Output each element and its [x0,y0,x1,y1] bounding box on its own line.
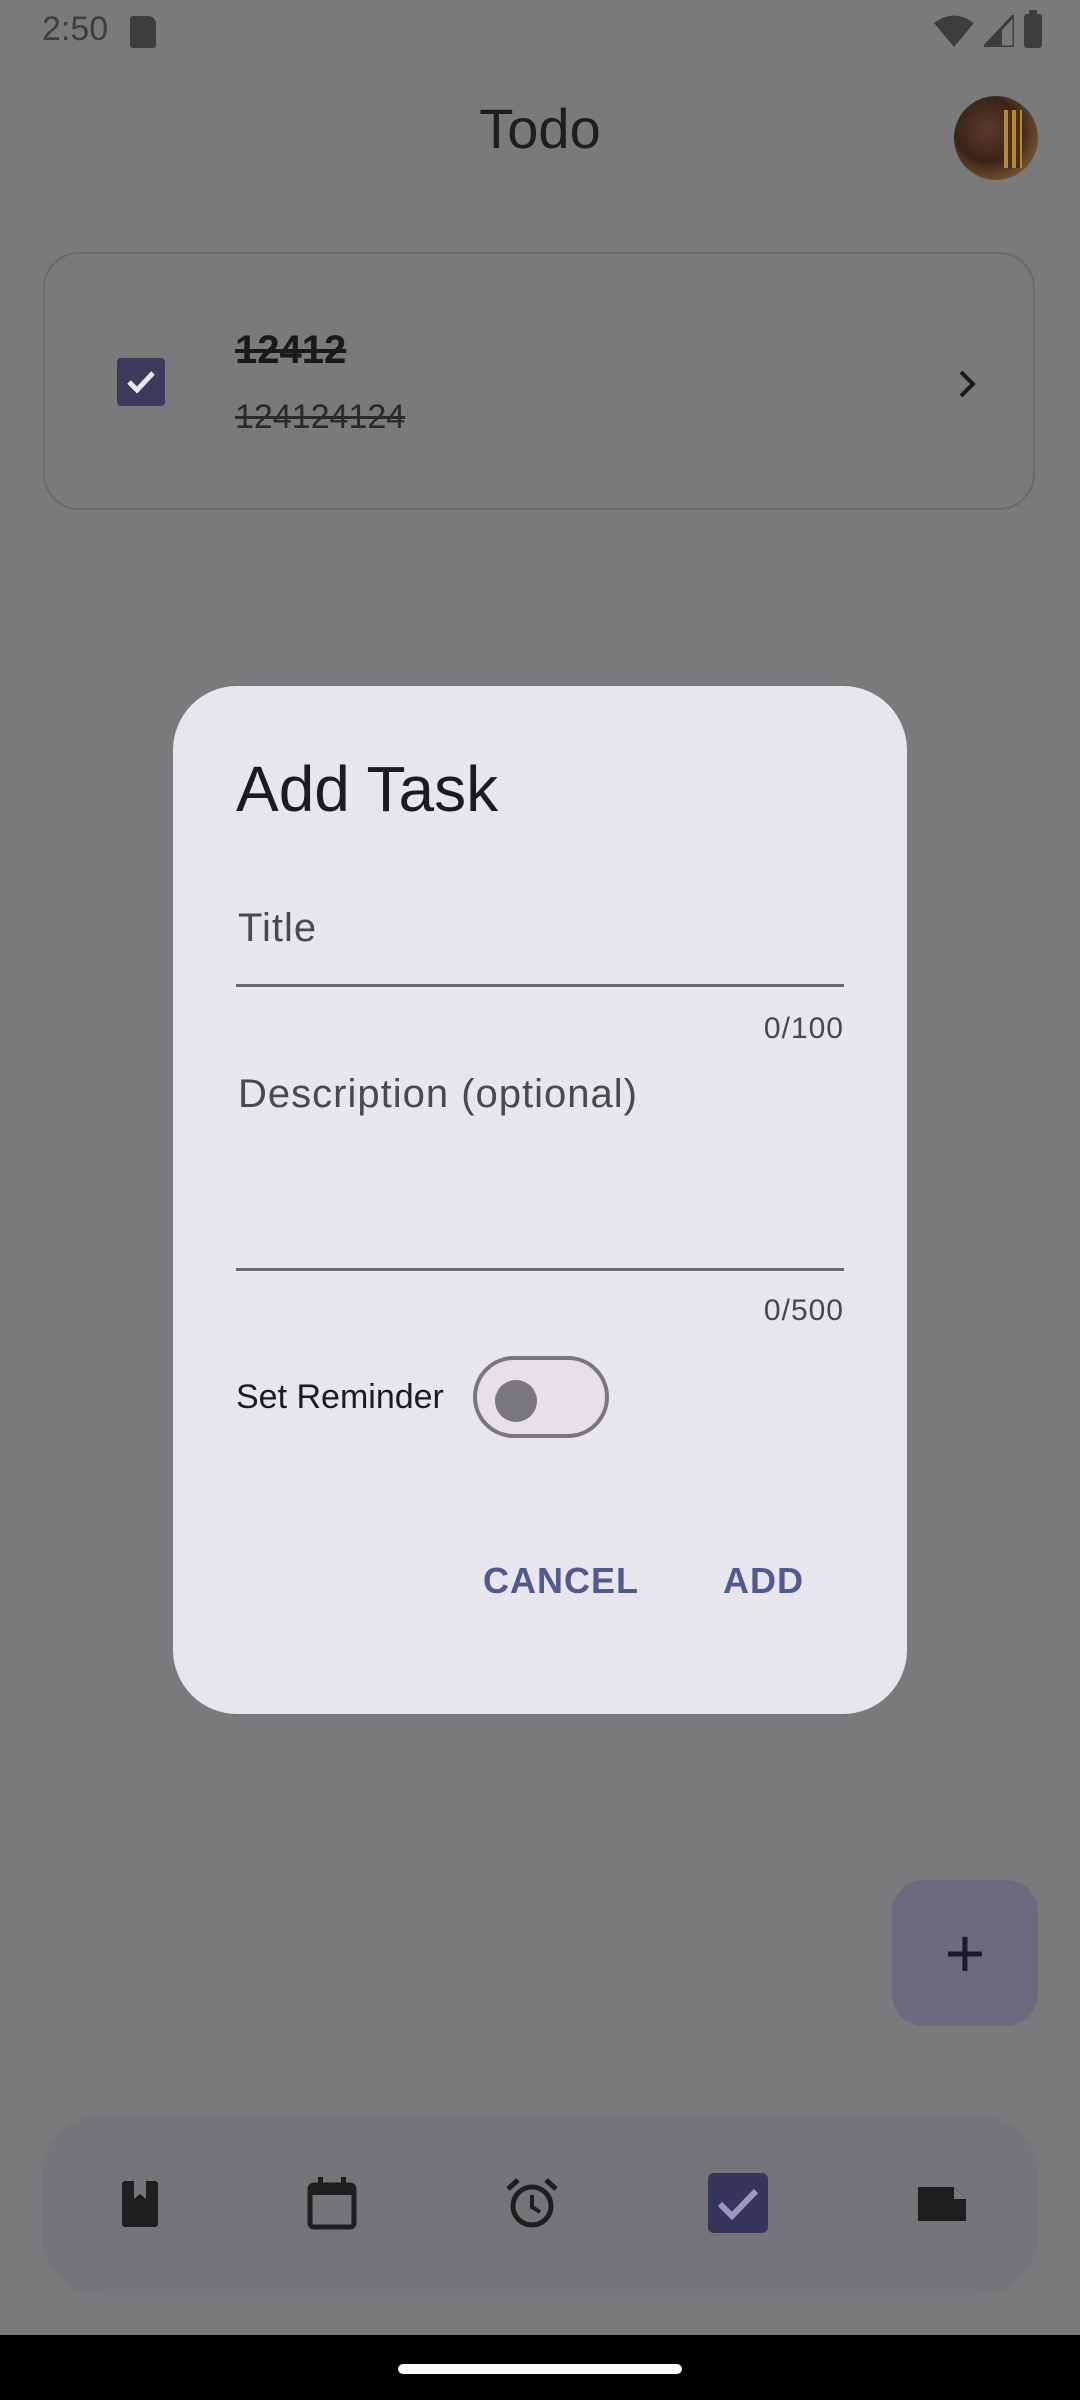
battery-icon [1024,10,1042,48]
task-checkbox[interactable] [117,358,165,406]
calendar-icon[interactable] [304,2175,360,2231]
task-description: 124124124 [235,398,406,436]
bottom-navigation [42,2115,1038,2295]
title-input[interactable]: Title [236,906,844,987]
task-title: 12412 [235,328,347,372]
note-icon[interactable] [914,2175,970,2231]
toggle-knob [495,1380,537,1422]
cancel-button[interactable]: CANCEL [483,1560,639,1602]
chevron-right-icon[interactable] [947,364,987,404]
title-placeholder: Title [238,906,318,950]
reminder-label: Set Reminder [236,1378,444,1416]
description-counter: 0/500 [763,1294,844,1327]
signal-icon [984,15,1014,47]
bookmark-book-icon[interactable] [112,2175,168,2231]
checkbox-icon [717,2188,759,2221]
description-placeholder: Description (optional) [238,1072,638,1116]
plus-icon: + [944,1914,986,1992]
wifi-icon [934,15,974,47]
add-task-dialog: Add Task Title 0/100 Description (option… [173,686,907,1714]
reminder-toggle[interactable] [473,1356,609,1438]
dialog-title: Add Task [236,753,499,825]
avatar[interactable] [954,96,1038,180]
alarm-icon[interactable] [504,2175,560,2231]
nav-item-todo-active[interactable] [708,2173,768,2233]
add-task-fab[interactable]: + [892,1880,1038,2026]
task-card[interactable]: 12412 124124124 [43,252,1035,510]
page-title: Todo [479,97,601,160]
add-button[interactable]: ADD [723,1560,804,1602]
status-bar: 2:50 [0,0,1080,60]
sd-card-icon [130,16,156,48]
status-time: 2:50 [42,10,109,48]
status-icons [934,10,1042,48]
description-input[interactable]: Description (optional) [236,1072,844,1271]
check-icon [127,371,155,394]
title-counter: 0/100 [763,1012,844,1045]
gesture-handle[interactable] [398,2364,682,2374]
